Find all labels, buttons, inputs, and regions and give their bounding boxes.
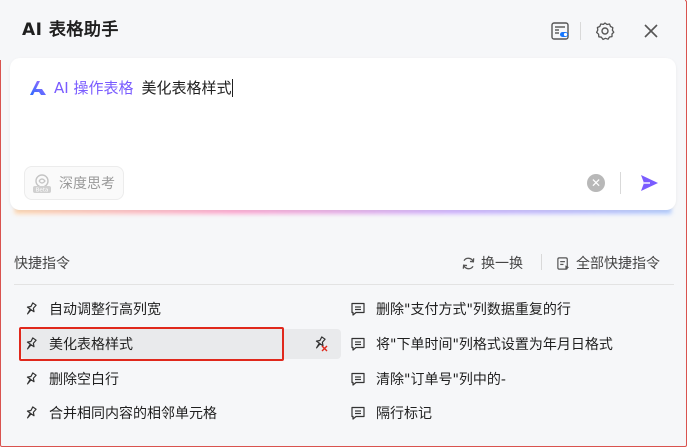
message-icon xyxy=(351,372,365,386)
text-caret xyxy=(232,78,234,97)
quick-command-label: 将"下单时间"列格式设置为年月日格式 xyxy=(376,337,613,353)
quick-command-item[interactable]: 自动调整行高列宽 xyxy=(23,294,273,324)
refresh-label: 换一换 xyxy=(481,256,523,272)
refresh-button[interactable]: 换一换 xyxy=(461,253,523,273)
quick-command-item[interactable]: 隔行标记 xyxy=(350,398,670,428)
deep-think-label: 深度思考 xyxy=(59,176,115,192)
deep-think-icon: Beta xyxy=(33,174,51,194)
quick-command-item[interactable]: 合并相同内容的相邻单元格 xyxy=(23,398,293,428)
beta-badge: Beta xyxy=(36,188,49,194)
quick-command-label: 删除"支付方式"列数据重复的行 xyxy=(376,302,571,318)
pin-icon[interactable] xyxy=(23,371,39,387)
quick-command-item[interactable]: 清除"订单号"列中的- xyxy=(350,364,670,394)
quick-command-label: 自动调整行高列宽 xyxy=(49,302,161,318)
quick-divider xyxy=(541,254,542,270)
message-icon xyxy=(351,406,365,420)
refresh-icon xyxy=(462,257,475,269)
all-commands-button[interactable]: 全部快捷指令 xyxy=(556,253,660,273)
all-commands-label: 全部快捷指令 xyxy=(576,256,660,272)
header-divider xyxy=(580,22,581,40)
message-icon xyxy=(351,302,365,316)
panel-title: AI 表格助手 xyxy=(22,20,119,40)
header: AI 表格助手 xyxy=(0,0,685,60)
quick-command-label: 清除"订单号"列中的- xyxy=(376,372,506,388)
quick-command-label: 删除空白行 xyxy=(49,372,119,388)
quick-command-item[interactable]: 将"下单时间"列格式设置为年月日格式 xyxy=(350,329,670,359)
pin-icon[interactable] xyxy=(23,405,39,421)
ai-operation-tag: AI 操作表格 xyxy=(54,79,134,97)
send-icon[interactable] xyxy=(638,172,660,194)
close-icon[interactable] xyxy=(640,20,662,42)
prompt-divider xyxy=(620,172,621,194)
clear-input-icon[interactable]: ✕ xyxy=(587,174,605,192)
prompt-input-text[interactable]: 美化表格样式 xyxy=(141,77,231,98)
unpin-icon[interactable] xyxy=(311,335,329,353)
pin-icon[interactable] xyxy=(23,301,39,317)
quick-command-item[interactable]: 删除"支付方式"列数据重复的行 xyxy=(350,294,670,324)
selection-highlight xyxy=(19,327,284,361)
prompt-line[interactable]: AI 操作表格 美化表格样式 xyxy=(28,77,234,98)
quick-command-label: 合并相同内容的相邻单元格 xyxy=(49,406,217,422)
message-icon xyxy=(351,337,365,351)
deep-think-button[interactable]: Beta 深度思考 xyxy=(24,166,124,200)
quick-command-item[interactable]: 删除空白行 xyxy=(23,364,273,394)
layout-toggle-icon[interactable] xyxy=(549,20,571,42)
section-divider xyxy=(14,284,674,285)
prompt-box[interactable]: AI 操作表格 美化表格样式 Beta 深度思考 ✕ xyxy=(10,58,676,210)
settings-gear-icon[interactable] xyxy=(594,20,616,42)
quick-commands-label: 快捷指令 xyxy=(14,256,70,272)
quick-command-label: 隔行标记 xyxy=(376,406,432,422)
command-list-icon xyxy=(557,256,570,270)
ai-logo-icon xyxy=(30,80,46,95)
